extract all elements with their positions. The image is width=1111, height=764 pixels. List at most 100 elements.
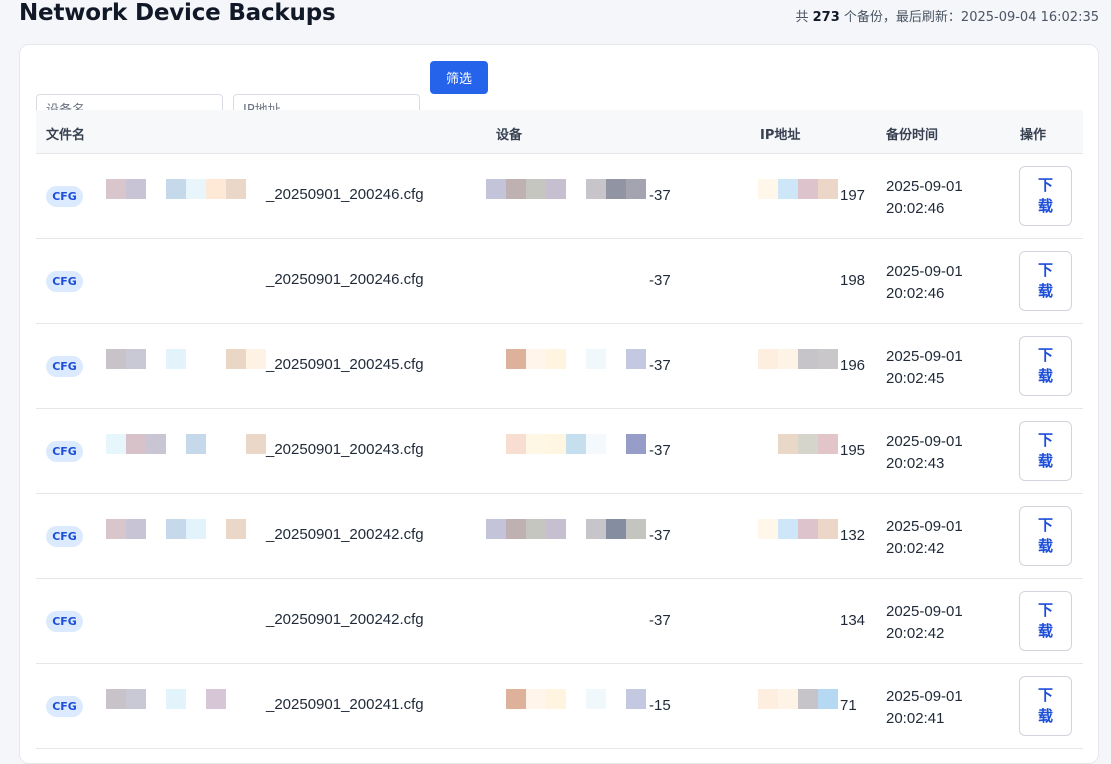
ip-address: 198 — [840, 272, 866, 289]
redacted-ip-address — [758, 519, 838, 539]
redacted-filename-prefix — [106, 519, 286, 539]
device-name: -37 — [649, 527, 671, 544]
ip-address: 71 — [840, 697, 857, 714]
redacted-ip-address — [758, 604, 838, 624]
device-name: -37 — [649, 357, 671, 374]
file-name: _20250901_200245.cfg — [266, 356, 424, 373]
backup-clock: 20:02:46 — [886, 285, 945, 302]
device-name: -15 — [649, 697, 671, 714]
column-filename: 文件名 — [46, 128, 86, 143]
table-row: CFG _20250901_200246.cfg -37 197 2025-09-01 2… — [36, 154, 1083, 239]
column-backup-time: 备份时间 — [886, 128, 939, 143]
redacted-filename-prefix — [106, 179, 286, 199]
file-type-badge: CFG — [46, 441, 83, 462]
redacted-ip-address — [758, 689, 838, 709]
device-name: -37 — [649, 272, 671, 289]
file-name: _20250901_200241.cfg — [266, 696, 424, 713]
file-type-badge: CFG — [46, 696, 83, 717]
backup-time: 2025-09-01 20:02:43 — [886, 431, 963, 475]
redacted-filename-prefix — [106, 349, 286, 369]
redacted-ip-address — [758, 179, 838, 199]
backup-clock: 20:02:45 — [886, 370, 945, 387]
redacted-filename-prefix — [106, 604, 286, 624]
file-type-badge: CFG — [46, 186, 83, 207]
ip-address: 196 — [840, 357, 866, 374]
table-row: CFG _20250901_200246.cfg -37 198 2025-09-01 2… — [36, 239, 1083, 324]
file-name: _20250901_200246.cfg — [266, 186, 424, 203]
ip-address: 134 — [840, 612, 866, 629]
ip-address: 197 — [840, 187, 866, 204]
download-button[interactable]: 下载 — [1019, 506, 1072, 566]
table-header: 文件名 设备 IP地址 备份时间 操作 — [36, 110, 1083, 154]
download-button[interactable]: 下载 — [1019, 421, 1072, 481]
backup-clock: 20:02:43 — [886, 455, 945, 472]
redacted-ip-address — [758, 434, 838, 454]
backup-count: 273 — [812, 10, 840, 25]
file-name: _20250901_200243.cfg — [266, 441, 424, 458]
column-ip: IP地址 — [760, 128, 801, 143]
file-name: _20250901_200242.cfg — [266, 611, 424, 628]
redacted-ip-address — [758, 349, 838, 369]
backup-date: 2025-09-01 — [886, 688, 963, 705]
backup-clock: 20:02:41 — [886, 710, 945, 727]
backup-time: 2025-09-01 20:02:46 — [886, 261, 963, 305]
backup-date: 2025-09-01 — [886, 263, 963, 280]
file-name: _20250901_200246.cfg — [266, 271, 424, 288]
redacted-filename-prefix — [106, 689, 286, 709]
file-type-badge: CFG — [46, 526, 83, 547]
redacted-ip-address — [758, 264, 838, 284]
redacted-device-name — [486, 689, 646, 709]
redacted-device-name — [486, 179, 646, 199]
file-type-badge: CFG — [46, 271, 83, 292]
backups-table: 文件名 设备 IP地址 备份时间 操作 CFG _20250901_200246.… — [36, 110, 1083, 749]
backup-date: 2025-09-01 — [886, 603, 963, 620]
summary-prefix: 共 — [795, 10, 809, 25]
filter-button[interactable]: 筛选 — [430, 61, 488, 94]
backup-time: 2025-09-01 20:02:46 — [886, 176, 963, 220]
backup-date: 2025-09-01 — [886, 348, 963, 365]
backup-time: 2025-09-01 20:02:45 — [886, 346, 963, 390]
summary-middle: 个备份，最后刷新： — [843, 10, 961, 25]
column-actions: 操作 — [1020, 128, 1047, 143]
redacted-device-name — [486, 349, 646, 369]
backup-clock: 20:02:42 — [886, 625, 945, 642]
device-name: -37 — [649, 187, 671, 204]
table-row: CFG _20250901_200243.cfg -37 195 2025-09-01 2… — [36, 409, 1083, 494]
page-title: Network Device Backups — [19, 0, 336, 26]
page-header: Network Device Backups 共 273 个备份，最后刷新：20… — [0, 0, 1111, 34]
ip-address: 195 — [840, 442, 866, 459]
table-body: CFG _20250901_200246.cfg -37 197 2025-09-01 2… — [36, 154, 1083, 749]
table-row: CFG _20250901_200242.cfg -37 132 2025-09-01 2… — [36, 494, 1083, 579]
download-button[interactable]: 下载 — [1019, 166, 1072, 226]
last-refreshed: 2025-09-04 16:02:35 — [960, 10, 1099, 25]
backup-summary: 共 273 个备份，最后刷新：2025-09-04 16:02:35 — [795, 6, 1099, 25]
backup-date: 2025-09-01 — [886, 178, 963, 195]
table-row: CFG _20250901_200245.cfg -37 196 2025-09-01 2… — [36, 324, 1083, 409]
backup-date: 2025-09-01 — [886, 518, 963, 535]
download-button[interactable]: 下载 — [1019, 591, 1072, 651]
download-button[interactable]: 下载 — [1019, 676, 1072, 736]
redacted-filename-prefix — [106, 434, 286, 454]
backup-clock: 20:02:46 — [886, 200, 945, 217]
backup-clock: 20:02:42 — [886, 540, 945, 557]
backup-time: 2025-09-01 20:02:42 — [886, 516, 963, 560]
table-row: CFG _20250901_200242.cfg -37 134 2025-09-01 2… — [36, 579, 1083, 664]
backup-date: 2025-09-01 — [886, 433, 963, 450]
download-button[interactable]: 下载 — [1019, 336, 1072, 396]
download-button[interactable]: 下载 — [1019, 251, 1072, 311]
redacted-device-name — [486, 434, 646, 454]
redacted-device-name — [486, 604, 646, 624]
file-type-badge: CFG — [46, 611, 83, 632]
redacted-filename-prefix — [106, 264, 286, 284]
ip-address: 132 — [840, 527, 866, 544]
file-name: _20250901_200242.cfg — [266, 526, 424, 543]
backup-time: 2025-09-01 20:02:42 — [886, 601, 963, 645]
table-row: CFG _20250901_200241.cfg -15 71 2025-09-01 20… — [36, 664, 1083, 749]
device-name: -37 — [649, 442, 671, 459]
backups-card: 筛选 文件名 设备 IP地址 备份时间 操作 CFG _20250901_2002… — [19, 44, 1099, 764]
file-type-badge: CFG — [46, 356, 83, 377]
redacted-device-name — [486, 519, 646, 539]
redacted-device-name — [486, 264, 646, 284]
device-name: -37 — [649, 612, 671, 629]
backup-time: 2025-09-01 20:02:41 — [886, 686, 963, 730]
